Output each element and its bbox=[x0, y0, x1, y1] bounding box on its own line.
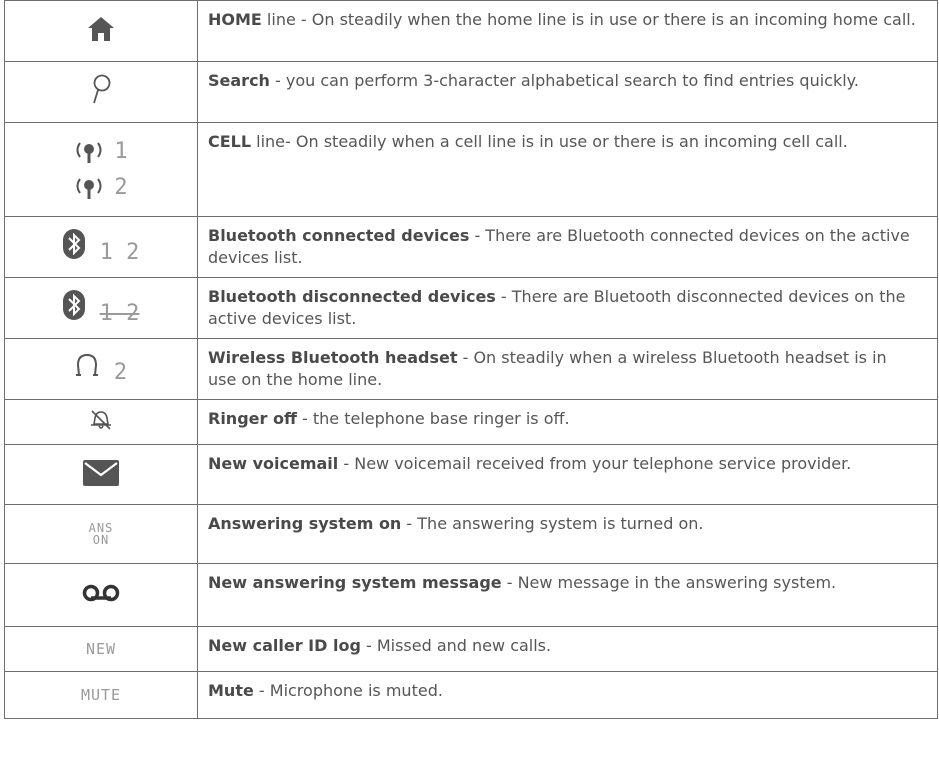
message-tape-icon bbox=[81, 584, 121, 602]
icon-cell: 2 bbox=[4, 338, 198, 400]
row-description: line - On steadily when the home line is… bbox=[261, 10, 916, 29]
row-description: - you can perform 3-character alphabetic… bbox=[269, 71, 859, 90]
row-description: - the telephone base ringer is off. bbox=[296, 409, 570, 428]
cell-line-number: 1 bbox=[114, 139, 128, 164]
description-cell: HOME line - On steadily when the home li… bbox=[197, 0, 938, 62]
row-title: New voicemail bbox=[208, 454, 339, 473]
bluetooth-disconnected-icon bbox=[62, 290, 85, 320]
table-row: Ringer off - the telephone base ringer i… bbox=[4, 399, 938, 445]
icon-cell bbox=[4, 563, 198, 627]
row-title: Ringer off bbox=[208, 409, 297, 428]
cell-line-icon bbox=[74, 176, 104, 200]
description-cell: Bluetooth connected devices - There are … bbox=[197, 216, 938, 278]
icon-cell: ANS ON bbox=[4, 504, 198, 564]
headset-number: 2 bbox=[113, 360, 128, 385]
row-title: Bluetooth connected devices bbox=[208, 226, 470, 245]
description-cell: New caller ID log - Missed and new calls… bbox=[197, 626, 938, 672]
table-row: 1 2 Bluetooth connected devices - There … bbox=[4, 216, 938, 278]
cell-line-icon bbox=[74, 140, 104, 164]
new-calls-icon: NEW bbox=[5, 640, 197, 658]
description-cell: New answering system message - New messa… bbox=[197, 563, 938, 627]
row-title: New caller ID log bbox=[208, 636, 361, 655]
answering-system-icon: ANS ON bbox=[5, 522, 197, 546]
table-row: New voicemail - New voicemail received f… bbox=[4, 444, 938, 505]
cell-line-1: 1 bbox=[5, 134, 197, 170]
table-row: HOME line - On steadily when the home li… bbox=[4, 0, 938, 62]
row-description: - Microphone is muted. bbox=[253, 681, 443, 700]
row-title: CELL bbox=[208, 132, 252, 151]
icon-cell: 1 2 bbox=[4, 277, 198, 339]
description-cell: Search - you can perform 3-character alp… bbox=[197, 61, 938, 123]
row-description: - Missed and new calls. bbox=[360, 636, 552, 655]
home-icon bbox=[87, 16, 115, 42]
headset-icon bbox=[75, 353, 99, 379]
description-cell: Wireless Bluetooth headset - On steadily… bbox=[197, 338, 938, 400]
cell-line-number: 2 bbox=[114, 175, 128, 200]
row-title: Wireless Bluetooth headset bbox=[208, 348, 458, 367]
table-row: Search - you can perform 3-character alp… bbox=[4, 61, 938, 123]
device-numbers: 1 2 bbox=[99, 240, 140, 265]
icon-cell: 1 2 bbox=[4, 216, 198, 278]
cell-line-2: 2 bbox=[5, 170, 197, 206]
mute-icon: MUTE bbox=[5, 686, 197, 704]
table-row: MUTE Mute - Microphone is muted. bbox=[4, 671, 938, 719]
voicemail-envelope-icon bbox=[83, 459, 119, 486]
device-numbers: 1 2 bbox=[99, 301, 140, 326]
icon-cell: NEW bbox=[4, 626, 198, 672]
row-title: Mute bbox=[208, 681, 254, 700]
description-cell: CELL line- On steadily when a cell line … bbox=[197, 122, 938, 217]
table-row: New answering system message - New messa… bbox=[4, 563, 938, 627]
row-description: - New message in the answering system. bbox=[501, 573, 837, 592]
search-icon bbox=[90, 73, 112, 107]
description-cell: Ringer off - the telephone base ringer i… bbox=[197, 399, 938, 445]
description-cell: Answering system on - The answering syst… bbox=[197, 504, 938, 564]
row-title: HOME bbox=[208, 10, 262, 29]
table-row: ANS ON Answering system on - The answeri… bbox=[4, 504, 938, 564]
icon-cell: MUTE bbox=[4, 671, 198, 719]
icon-cell bbox=[4, 399, 198, 445]
description-cell: Bluetooth disconnected devices - There a… bbox=[197, 277, 938, 339]
ringer-off-icon bbox=[87, 409, 115, 431]
table-row: 2 Wireless Bluetooth headset - On steadi… bbox=[4, 338, 938, 400]
row-title: Answering system on bbox=[208, 514, 402, 533]
table-row: NEW New caller ID log - Missed and new c… bbox=[4, 626, 938, 672]
row-title: Search bbox=[208, 71, 270, 90]
row-title: New answering system message bbox=[208, 573, 502, 592]
icon-cell bbox=[4, 0, 198, 62]
bluetooth-connected-icon bbox=[62, 229, 85, 259]
row-title: Bluetooth disconnected devices bbox=[208, 287, 496, 306]
row-description: - The answering system is turned on. bbox=[401, 514, 704, 533]
lcd-line: ON bbox=[92, 533, 110, 547]
row-description: - New voicemail received from your telep… bbox=[338, 454, 852, 473]
icon-cell bbox=[4, 444, 198, 505]
table-row: 1 2 Bluetooth disconnected devices - The… bbox=[4, 277, 938, 339]
table-row: 1 2 CELL line- On steadily when a cell l… bbox=[4, 122, 938, 217]
icon-cell: 1 2 bbox=[4, 122, 198, 217]
description-cell: Mute - Microphone is muted. bbox=[197, 671, 938, 719]
lcd-line: NEW bbox=[85, 640, 117, 658]
row-description: line- On steadily when a cell line is in… bbox=[251, 132, 848, 151]
lcd-line: MUTE bbox=[80, 686, 122, 704]
icon-legend-table: HOME line - On steadily when the home li… bbox=[4, 0, 938, 719]
icon-cell bbox=[4, 61, 198, 123]
description-cell: New voicemail - New voicemail received f… bbox=[197, 444, 938, 505]
